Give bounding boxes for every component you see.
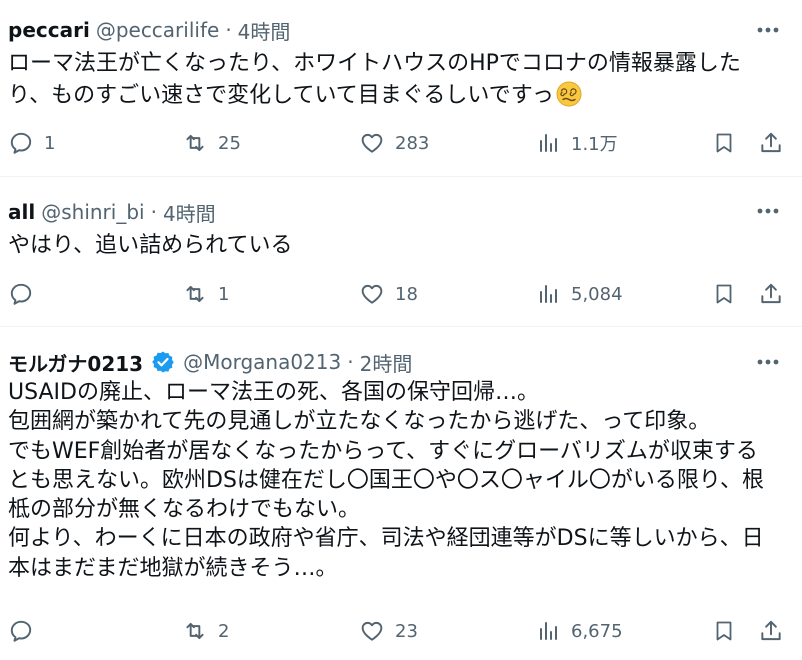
timestamp[interactable]: 2時間	[360, 348, 413, 377]
timestamp[interactable]: 4時間	[163, 198, 216, 227]
tweet-header: モルガナ0213 @Morgana0213 · 2時間	[8, 348, 413, 377]
tweet-text: やはり、追い詰められている	[8, 230, 780, 262]
verified-badge-icon	[151, 350, 175, 374]
tweet-text-line: 包囲網が築かれて先の見通しが立たなくなったから逃げた、って印象。	[8, 409, 711, 435]
repost-icon	[186, 134, 204, 152]
more-options-icon[interactable]	[754, 352, 782, 372]
heart-icon	[361, 133, 383, 153]
views-icon	[540, 622, 557, 640]
user-handle[interactable]: @peccarilife	[96, 18, 220, 42]
tweet-text-segment: り、ものすごい速さで変化していて目まぐるしいですっ	[8, 83, 554, 108]
heart-icon	[361, 284, 383, 304]
tweet-text-line: やはり、追い詰められている	[8, 233, 293, 258]
like-count: 283	[395, 132, 430, 154]
tweet[interactable]: peccari @peccarilife · 4時間 ローマ法王が亡くなったり、…	[0, 0, 802, 177]
display-name[interactable]: モルガナ0213	[8, 348, 143, 377]
reply-count: 1	[44, 132, 56, 154]
tweet-actions: 1 25 283 1.1万	[0, 128, 802, 158]
repost-button[interactable]: 1	[182, 279, 229, 309]
separator-dot: ·	[347, 350, 354, 374]
reply-icon	[10, 283, 32, 305]
display-name[interactable]: all	[8, 200, 35, 224]
more-options-icon[interactable]	[754, 201, 782, 221]
share-icon	[761, 132, 781, 153]
tweet-text-line: り、ものすごい速さで変化していて目まぐるしいですっ	[8, 80, 780, 112]
user-handle[interactable]: @shinri_bi	[41, 200, 144, 224]
bookmark-icon	[716, 284, 732, 304]
timeline-feed: peccari @peccarilife · 4時間 ローマ法王が亡くなったり、…	[0, 0, 802, 660]
share-button[interactable]	[758, 279, 784, 309]
tweet-text-line: でもWEF創始者が居なくなったからって、すぐにグローバリズムが収束する	[8, 438, 758, 464]
bookmark-button[interactable]	[712, 616, 736, 646]
timestamp[interactable]: 4時間	[238, 16, 291, 45]
face-with-spiral-eyes-icon	[556, 81, 582, 107]
reply-button[interactable]: 1	[8, 128, 55, 158]
tweet-text-line: USAIDの廃止、ローマ法王の死、各国の保守回帰…。	[8, 380, 539, 405]
views-button[interactable]: 1.1万	[537, 128, 618, 158]
separator-dot: ·	[150, 200, 157, 224]
tweet-header: all @shinri_bi · 4時間	[8, 198, 216, 227]
tweet-header: peccari @peccarilife · 4時間	[8, 16, 291, 45]
bookmark-button[interactable]	[712, 279, 736, 309]
tweet-text: USAIDの廃止、ローマ法王の死、各国の保守回帰…。 包囲網が築かれて先の見通し…	[8, 378, 780, 583]
reply-button[interactable]	[8, 279, 44, 309]
repost-count: 1	[218, 283, 230, 305]
like-button[interactable]: 23	[359, 616, 418, 646]
repost-count: 2	[218, 620, 230, 642]
repost-button[interactable]: 25	[182, 128, 241, 158]
tweet-text: ローマ法王が亡くなったり、ホワイトハウスのHPでコロナの情報暴露した り、ものす…	[8, 48, 780, 112]
tweet-text-line: 本はまだまだ地獄が続きそう…。	[8, 555, 338, 581]
user-handle[interactable]: @Morgana0213	[183, 350, 341, 374]
heart-icon	[361, 621, 383, 641]
tweet-text-line: 何より、わーくに日本の政府や省庁、司法や経団連等がDSに等しいから、日	[8, 526, 764, 552]
like-button[interactable]: 283	[359, 128, 429, 158]
like-count: 23	[395, 620, 418, 642]
more-options-icon[interactable]	[754, 20, 782, 40]
share-button[interactable]	[758, 616, 784, 646]
views-button[interactable]: 5,084	[537, 279, 623, 309]
view-count: 1.1万	[571, 134, 618, 155]
tweet-text-line: とも思えない。欧州DSは健在だし〇国王〇や〇ス〇ャイル〇がいる限り、根	[8, 467, 765, 493]
bookmark-button[interactable]	[712, 128, 736, 158]
reply-icon	[10, 620, 32, 642]
bookmark-icon	[716, 621, 732, 641]
tweet[interactable]: モルガナ0213 @Morgana0213 · 2時間 USAIDの廃止、ローマ…	[0, 327, 802, 660]
tweet-text-line: 柢の部分が無くなるわけでもない。	[8, 497, 361, 523]
tweet-actions: 2 23 6,675	[0, 616, 802, 646]
tweet-text-line: ローマ法王が亡くなったり、ホワイトハウスのHPでコロナの情報暴露した	[8, 51, 741, 76]
repost-icon	[186, 622, 204, 640]
share-icon	[761, 283, 781, 304]
tweet-actions: 1 18 5,084	[0, 279, 802, 309]
repost-icon	[186, 285, 204, 303]
share-icon	[761, 620, 781, 641]
reply-button[interactable]	[8, 616, 44, 646]
view-count: 5,084	[571, 283, 623, 305]
repost-count: 25	[218, 132, 241, 154]
views-icon	[540, 134, 557, 152]
views-icon	[540, 285, 557, 303]
view-count: 6,675	[571, 620, 623, 642]
views-button[interactable]: 6,675	[537, 616, 623, 646]
like-button[interactable]: 18	[359, 279, 418, 309]
bookmark-icon	[716, 133, 732, 153]
repost-button[interactable]: 2	[182, 616, 229, 646]
reply-icon	[10, 132, 32, 154]
separator-dot: ·	[225, 18, 232, 42]
share-button[interactable]	[758, 128, 784, 158]
like-count: 18	[395, 283, 418, 305]
tweet[interactable]: all @shinri_bi · 4時間 やはり、追い詰められている 1 18	[0, 177, 802, 327]
display-name[interactable]: peccari	[8, 18, 90, 42]
